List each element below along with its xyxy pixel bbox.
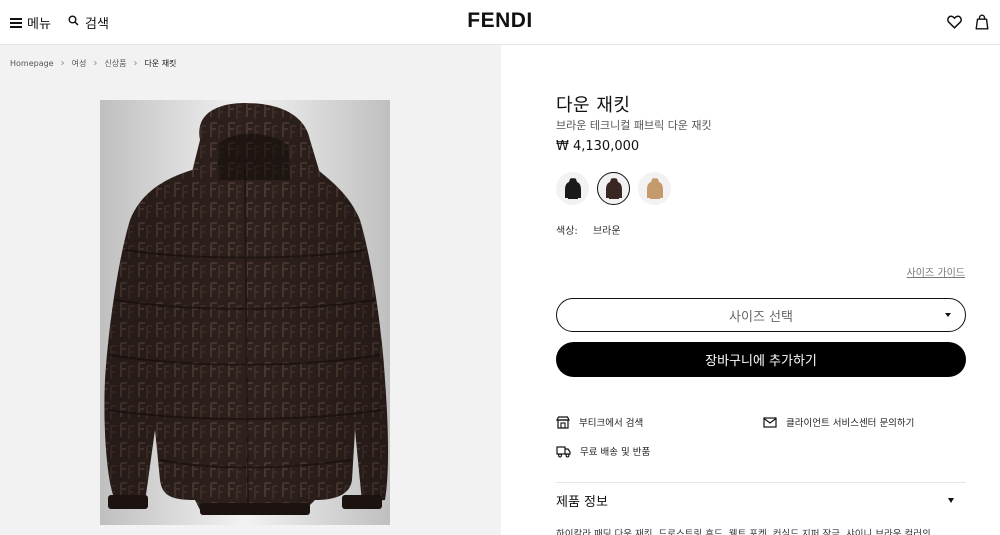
chevron-right-icon: › bbox=[133, 58, 138, 69]
find-in-boutique-label: 부티크에서 검색 bbox=[579, 418, 644, 429]
size-select[interactable]: 사이즈 선택 bbox=[556, 298, 966, 332]
color-info: 색상: 브라운 bbox=[556, 222, 621, 237]
swatch-beige[interactable] bbox=[638, 172, 671, 205]
wishlist-heart-icon[interactable] bbox=[946, 13, 962, 31]
menu-button[interactable]: 메뉴 bbox=[10, 13, 51, 32]
free-shipping-label: 무료 배송 및 반품 bbox=[580, 447, 651, 458]
caret-down-icon bbox=[948, 498, 954, 503]
client-service-label: 클라이언트 서비스센터 문의하기 bbox=[786, 418, 915, 429]
product-image-panel: Homepage › 여성 › 신상품 › 다운 재킷 bbox=[0, 45, 501, 535]
breadcrumb-homepage[interactable]: Homepage bbox=[10, 59, 54, 68]
color-swatches bbox=[556, 172, 671, 205]
store-icon bbox=[556, 415, 570, 429]
jacket-thumbnail-icon bbox=[564, 177, 581, 199]
free-shipping-link[interactable]: 무료 배송 및 반품 bbox=[556, 444, 650, 458]
product-image[interactable] bbox=[100, 100, 390, 525]
brand-logo[interactable]: FENDI bbox=[467, 9, 533, 33]
product-info-accordion[interactable]: 제품 정보 bbox=[556, 491, 966, 511]
add-to-cart-button[interactable]: 장바구니에 추가하기 bbox=[556, 342, 966, 377]
swatch-black[interactable] bbox=[556, 172, 589, 205]
section-divider bbox=[556, 482, 966, 483]
product-price: ₩ 4,130,000 bbox=[556, 139, 640, 154]
search-label: 검색 bbox=[85, 17, 109, 32]
product-title: 다운 재킷 bbox=[556, 95, 631, 116]
product-subtitle: 브라운 테크니컬 패브릭 다운 재킷 bbox=[556, 119, 712, 132]
breadcrumb-current: 다운 재킷 bbox=[144, 59, 177, 68]
shopping-bag-icon[interactable] bbox=[974, 13, 990, 31]
jacket-thumbnail-icon bbox=[646, 177, 663, 199]
chevron-right-icon: › bbox=[60, 58, 65, 69]
product-description: 하이칼라 패딩 다운 재킷. 드로스트링 후드, 웰트 포켓, 컨실드 지퍼 잠… bbox=[556, 529, 931, 535]
header-icons bbox=[946, 13, 990, 31]
site-header: 메뉴 검색 FENDI bbox=[0, 0, 1000, 45]
delivery-truck-icon bbox=[556, 445, 571, 457]
swatch-brown[interactable] bbox=[597, 172, 630, 205]
product-details-panel: 다운 재킷 브라운 테크니컬 패브릭 다운 재킷 ₩ 4,130,000 색상:… bbox=[501, 45, 1000, 535]
search-icon bbox=[68, 15, 79, 30]
caret-down-icon bbox=[945, 313, 951, 317]
breadcrumb-women[interactable]: 여성 bbox=[72, 58, 87, 69]
size-select-label: 사이즈 선택 bbox=[729, 309, 793, 325]
find-in-boutique-link[interactable]: 부티크에서 검색 bbox=[556, 415, 643, 429]
menu-label: 메뉴 bbox=[27, 17, 51, 32]
breadcrumb: Homepage › 여성 › 신상품 › 다운 재킷 bbox=[10, 58, 176, 69]
mail-icon bbox=[763, 416, 777, 428]
client-service-link[interactable]: 클라이언트 서비스센터 문의하기 bbox=[763, 415, 914, 429]
chevron-right-icon: › bbox=[93, 58, 98, 69]
hamburger-icon bbox=[10, 17, 22, 28]
search-button[interactable]: 검색 bbox=[68, 13, 109, 32]
product-info-heading: 제품 정보 bbox=[556, 495, 608, 510]
size-guide-link[interactable]: 사이즈 가이드 bbox=[907, 264, 965, 279]
breadcrumb-new-arrivals[interactable]: 신상품 bbox=[104, 58, 126, 69]
color-label: 색상: bbox=[556, 226, 578, 237]
jacket-thumbnail-icon bbox=[605, 177, 622, 199]
color-value: 브라운 bbox=[592, 226, 621, 237]
